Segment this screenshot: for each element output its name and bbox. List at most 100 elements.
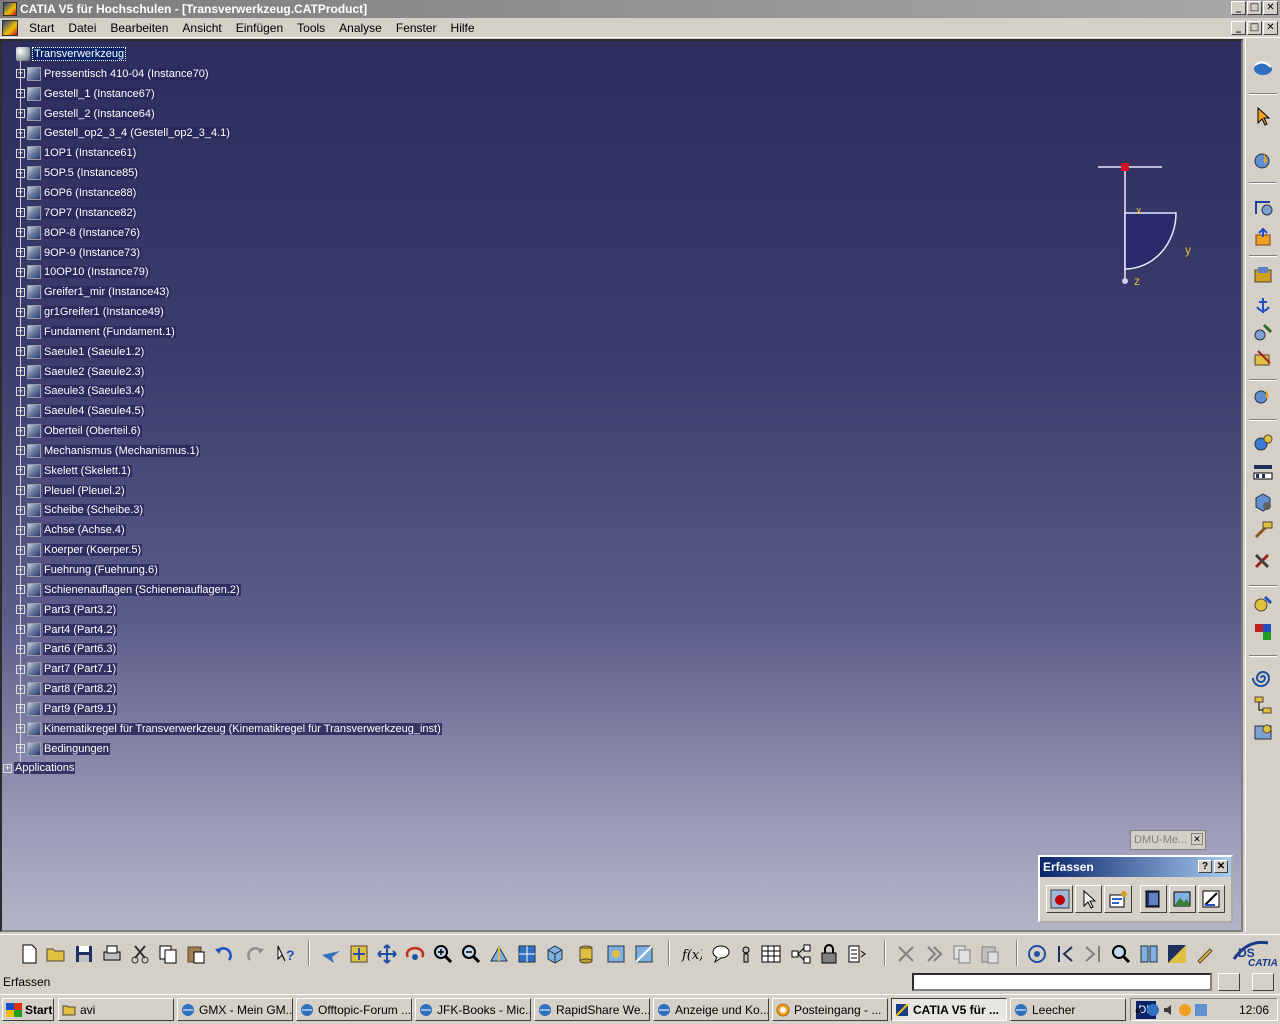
expand-toggle-icon[interactable]: + — [16, 565, 25, 575]
tree-node[interactable]: + Gestell_op2_3_4 (Gestell_op2_3_4.1) — [16, 124, 442, 144]
expand-toggle-icon[interactable]: + — [3, 763, 12, 773]
task-catia[interactable]: CATIA V5 für ... — [891, 998, 1007, 1021]
expand-toggle-icon[interactable]: + — [16, 625, 25, 635]
tree-root[interactable]: Transverwerkzeug — [16, 44, 442, 64]
expand-toggle-icon[interactable]: + — [16, 307, 25, 317]
tree-node[interactable]: +9OP-9 (Instance73) — [16, 243, 442, 263]
tree-node[interactable]: +6OP6 (Instance88) — [16, 183, 442, 203]
tree-node-label[interactable]: Saeule2 (Saeule2.3) — [43, 365, 146, 378]
erfassen-titlebar[interactable]: Erfassen ? ✕ — [1040, 857, 1231, 877]
close-button[interactable]: ✕ — [1263, 1, 1278, 15]
rotate-icon[interactable] — [404, 943, 426, 965]
copy-disabled-icon[interactable] — [951, 943, 973, 965]
expand-toggle-icon[interactable]: + — [16, 347, 25, 357]
whats-this-icon[interactable]: ? — [274, 943, 296, 965]
target-icon[interactable] — [1026, 943, 1048, 965]
expand-toggle-icon[interactable]: + — [16, 228, 25, 238]
tree-node[interactable]: + Saeule3 (Saeule3.4) — [16, 382, 442, 402]
menu-analyse[interactable]: Analyse — [332, 21, 389, 35]
tree-node[interactable]: + Part9 (Part9.1) — [16, 699, 442, 719]
cut-icon[interactable] — [129, 943, 151, 965]
tree-node[interactable]: + Kinematikregel für Transverwerkzeug (Ki… — [16, 719, 442, 739]
task-anzeige[interactable]: Anzeige und Ko... — [653, 998, 769, 1021]
tree-node-label[interactable]: 1OP1 (Instance61) — [43, 147, 138, 160]
tree-node-label[interactable]: Part6 (Part6.3) — [43, 643, 118, 656]
hide-show-icon[interactable] — [605, 943, 627, 965]
tree-node[interactable]: + Pleuel (Pleuel.2) — [16, 481, 442, 501]
anchor-joint-icon[interactable] — [1252, 295, 1274, 317]
dmu-workbench-icon[interactable] — [1252, 57, 1274, 79]
command-history-button[interactable] — [1218, 973, 1240, 991]
tree-node-label[interactable]: 8OP-8 (Instance76) — [43, 226, 141, 239]
formula-icon[interactable]: f(x) — [680, 943, 702, 965]
fit-all-icon[interactable] — [348, 943, 370, 965]
task-gmx[interactable]: GMX - Mein GM... — [177, 998, 293, 1021]
record-button[interactable] — [1046, 885, 1074, 913]
select-arrow-icon[interactable] — [1252, 105, 1274, 127]
capture-settings-button[interactable] — [1104, 885, 1132, 913]
part-cube-icon[interactable] — [1252, 491, 1274, 513]
expand-toggle-icon[interactable]: + — [16, 704, 25, 714]
task-posteingang[interactable]: Posteingang - ... — [772, 998, 888, 1021]
tree-node-label[interactable]: Part9 (Part9.1) — [43, 702, 118, 715]
tree-node-label[interactable]: Part3 (Part3.2) — [43, 603, 118, 616]
menu-ansicht[interactable]: Ansicht — [175, 21, 228, 35]
swap-space-icon[interactable] — [633, 943, 655, 965]
tree-node[interactable]: + Scheibe (Scheibe.3) — [16, 501, 442, 521]
expand-toggle-icon[interactable]: + — [16, 644, 25, 654]
analysis-icon[interactable] — [1252, 432, 1274, 454]
tree-node-label[interactable]: 6OP6 (Instance88) — [43, 186, 138, 199]
menu-bearbeiten[interactable]: Bearbeiten — [103, 21, 175, 35]
tree-node-label[interactable]: gr1Greifer1 (Instance49) — [43, 306, 165, 319]
paste-disabled-icon[interactable] — [979, 943, 1001, 965]
print-icon[interactable] — [101, 943, 123, 965]
tools-hammer-icon[interactable] — [1252, 519, 1274, 541]
expand-toggle-icon[interactable]: + — [16, 148, 25, 158]
tree-node-label[interactable]: Part4 (Part4.2) — [43, 623, 118, 636]
image-button[interactable] — [1168, 885, 1196, 913]
tree-node-label[interactable]: 5OP.5 (Instance85) — [43, 167, 139, 180]
erfassen-help-button[interactable]: ? — [1198, 860, 1212, 873]
expand-toggle-icon[interactable]: + — [16, 545, 25, 555]
open-folder-icon[interactable] — [45, 943, 67, 965]
tree-node-label[interactable]: Koerper (Koerper.5) — [43, 544, 143, 557]
messenger-tray-icon[interactable] — [1178, 1003, 1192, 1017]
menu-hilfe[interactable]: Hilfe — [444, 21, 482, 35]
expand-toggle-icon[interactable]: + — [16, 486, 25, 496]
tree-node-label[interactable]: Saeule4 (Saeule4.5) — [43, 405, 146, 418]
tree-node[interactable]: +5OP.5 (Instance85) — [16, 163, 442, 183]
hierarchy-icon[interactable] — [1252, 694, 1274, 716]
catalog-icon[interactable] — [1252, 721, 1274, 743]
tree-node[interactable]: + Bedingungen — [16, 739, 442, 759]
tree-node-label[interactable]: Skelett (Skelett.1) — [43, 464, 132, 477]
tree-node-label[interactable]: Scheibe (Scheibe.3) — [43, 504, 145, 517]
volume-tray-icon[interactable] — [1162, 1003, 1176, 1017]
menu-tools[interactable]: Tools — [290, 21, 332, 35]
paste-icon[interactable] — [185, 943, 207, 965]
expand-toggle-icon[interactable]: + — [16, 446, 25, 456]
tree-node-label[interactable]: Saeule3 (Saeule3.4) — [43, 385, 146, 398]
task-jfk-books[interactable]: JFK-Books - Mic... — [415, 998, 531, 1021]
minimize-button[interactable]: _ — [1231, 1, 1246, 15]
doc-minimize-button[interactable]: _ — [1231, 21, 1246, 35]
redo-icon[interactable] — [244, 943, 266, 965]
tree-node-label[interactable]: Gestell_2 (Instance64) — [43, 107, 156, 120]
tree-node-label[interactable]: Bedingungen — [43, 742, 110, 755]
knowledge-icon[interactable] — [735, 943, 757, 965]
search-icon[interactable] — [1110, 943, 1132, 965]
tree-node-label[interactable]: Oberteil (Oberteil.6) — [43, 425, 142, 438]
tree-node[interactable]: + Part6 (Part6.3) — [16, 639, 442, 659]
catia-app-icon[interactable] — [3, 2, 17, 16]
compass-widget[interactable]: x y z — [1092, 159, 1202, 299]
expand-toggle-icon[interactable]: + — [16, 724, 25, 734]
maximize-button[interactable]: □ — [1247, 1, 1262, 15]
tree-node[interactable]: + Skelett (Skelett.1) — [16, 461, 442, 481]
tree-node[interactable]: + Schienenauflagen (Schienenauflagen.2) — [16, 580, 442, 600]
tree-node-label[interactable]: Part7 (Part7.1) — [43, 663, 118, 676]
album-button[interactable] — [1139, 885, 1167, 913]
expand-toggle-icon[interactable]: + — [16, 426, 25, 436]
tree-node-label[interactable]: Pleuel (Pleuel.2) — [43, 484, 126, 497]
fly-mode-icon[interactable] — [320, 943, 342, 965]
color-palette-icon[interactable] — [1166, 943, 1188, 965]
expand-toggle-icon[interactable]: + — [16, 287, 25, 297]
